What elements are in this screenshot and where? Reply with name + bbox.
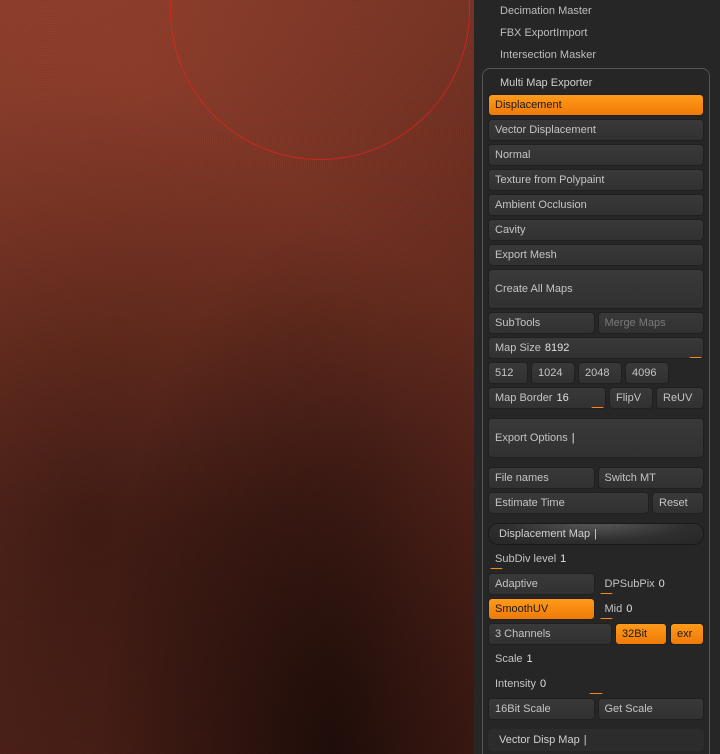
tab-displacement[interactable]: Displacement (488, 94, 704, 116)
reuv-button[interactable]: ReUV (656, 387, 704, 409)
map-border-value: 16 (556, 392, 568, 404)
vector-disp-map-label: Vector Disp Map (499, 734, 580, 746)
subdiv-tick (489, 568, 503, 570)
mid-slider[interactable]: Mid0 (598, 598, 705, 620)
plugin-decimation-master[interactable]: Decimation Master (482, 0, 710, 22)
divider-bar: | (594, 528, 597, 540)
flipv-button[interactable]: FlipV (609, 387, 653, 409)
divider-bar: | (584, 734, 587, 746)
map-border-tick (591, 407, 605, 409)
multi-map-exporter-header[interactable]: Multi Map Exporter (488, 72, 704, 94)
intensity-label: Intensity (495, 678, 536, 690)
subtools-button[interactable]: SubTools (488, 312, 595, 334)
map-size-tick (689, 357, 703, 359)
file-names-button[interactable]: File names (488, 467, 595, 489)
size-1024-button[interactable]: 1024 (531, 362, 575, 384)
plugin-fbx-exportimport[interactable]: FBX ExportImport (482, 22, 710, 44)
subdiv-level-value: 1 (560, 553, 566, 565)
plugin-intersection-masker[interactable]: Intersection Masker (482, 44, 710, 66)
export-options-bar: | (572, 432, 575, 444)
tab-vector-displacement[interactable]: Vector Displacement (488, 119, 704, 141)
exr-button[interactable]: exr (670, 623, 704, 645)
size-2048-button[interactable]: 2048 (578, 362, 622, 384)
tab-ambient-occlusion[interactable]: Ambient Occlusion (488, 194, 704, 216)
size-4096-button[interactable]: 4096 (625, 362, 669, 384)
switch-mt-button[interactable]: Switch MT (598, 467, 705, 489)
map-size-label: Map Size (495, 342, 541, 354)
displacement-map-header[interactable]: Displacement Map | (488, 523, 704, 545)
map-border-label: Map Border (495, 392, 552, 404)
intensity-value: 0 (540, 678, 546, 690)
scale-value: 1 (527, 653, 533, 665)
intensity-tick (589, 693, 603, 695)
dpsubpix-label: DPSubPix (605, 578, 655, 590)
vector-disp-map-header[interactable]: Vector Disp Map | (488, 729, 704, 751)
brush-cursor (170, 0, 470, 160)
16bit-scale-button[interactable]: 16Bit Scale (488, 698, 595, 720)
adaptive-button[interactable]: Adaptive (488, 573, 595, 595)
subdiv-level-label: SubDiv level (495, 553, 556, 565)
map-border-slider[interactable]: Map Border 16 (488, 387, 606, 409)
map-size-slider[interactable]: Map Size 8192 (488, 337, 704, 359)
intensity-slider[interactable]: Intensity 0 (488, 673, 704, 695)
dpsubpix-value: 0 (659, 578, 665, 590)
tab-cavity[interactable]: Cavity (488, 219, 704, 241)
export-options-header[interactable]: Export Options | (488, 418, 704, 458)
mid-tick (599, 618, 613, 620)
tab-export-mesh[interactable]: Export Mesh (488, 244, 704, 266)
map-size-value: 8192 (545, 342, 569, 354)
estimate-time-button[interactable]: Estimate Time (488, 492, 649, 514)
export-options-label: Export Options (495, 432, 568, 444)
dpsubpix-slider[interactable]: DPSubPix 0 (598, 573, 705, 595)
merge-maps-button[interactable]: Merge Maps (598, 312, 705, 334)
mid-value: 0 (626, 603, 632, 615)
scale-slider[interactable]: Scale 1 (488, 648, 704, 670)
32bit-button[interactable]: 32Bit (615, 623, 667, 645)
tab-normal[interactable]: Normal (488, 144, 704, 166)
create-all-maps-button[interactable]: Create All Maps (488, 269, 704, 309)
multi-map-exporter-panel: Multi Map Exporter Displacement Vector D… (482, 68, 710, 754)
smoothuv-button[interactable]: SmoothUV (488, 598, 595, 620)
scale-label: Scale (495, 653, 523, 665)
3-channels-button[interactable]: 3 Channels (488, 623, 612, 645)
reset-button[interactable]: Reset (652, 492, 704, 514)
mid-label: Mid (605, 603, 623, 615)
get-scale-button[interactable]: Get Scale (598, 698, 705, 720)
tab-texture-from-polypaint[interactable]: Texture from Polypaint (488, 169, 704, 191)
dpsubpix-tick (599, 593, 613, 595)
displacement-map-label: Displacement Map (499, 528, 590, 540)
subdiv-level-slider[interactable]: SubDiv level 1 (488, 548, 704, 570)
size-512-button[interactable]: 512 (488, 362, 528, 384)
viewport-3d[interactable] (0, 0, 474, 754)
zplugin-sidebar: Decimation Master FBX ExportImport Inter… (474, 0, 720, 754)
